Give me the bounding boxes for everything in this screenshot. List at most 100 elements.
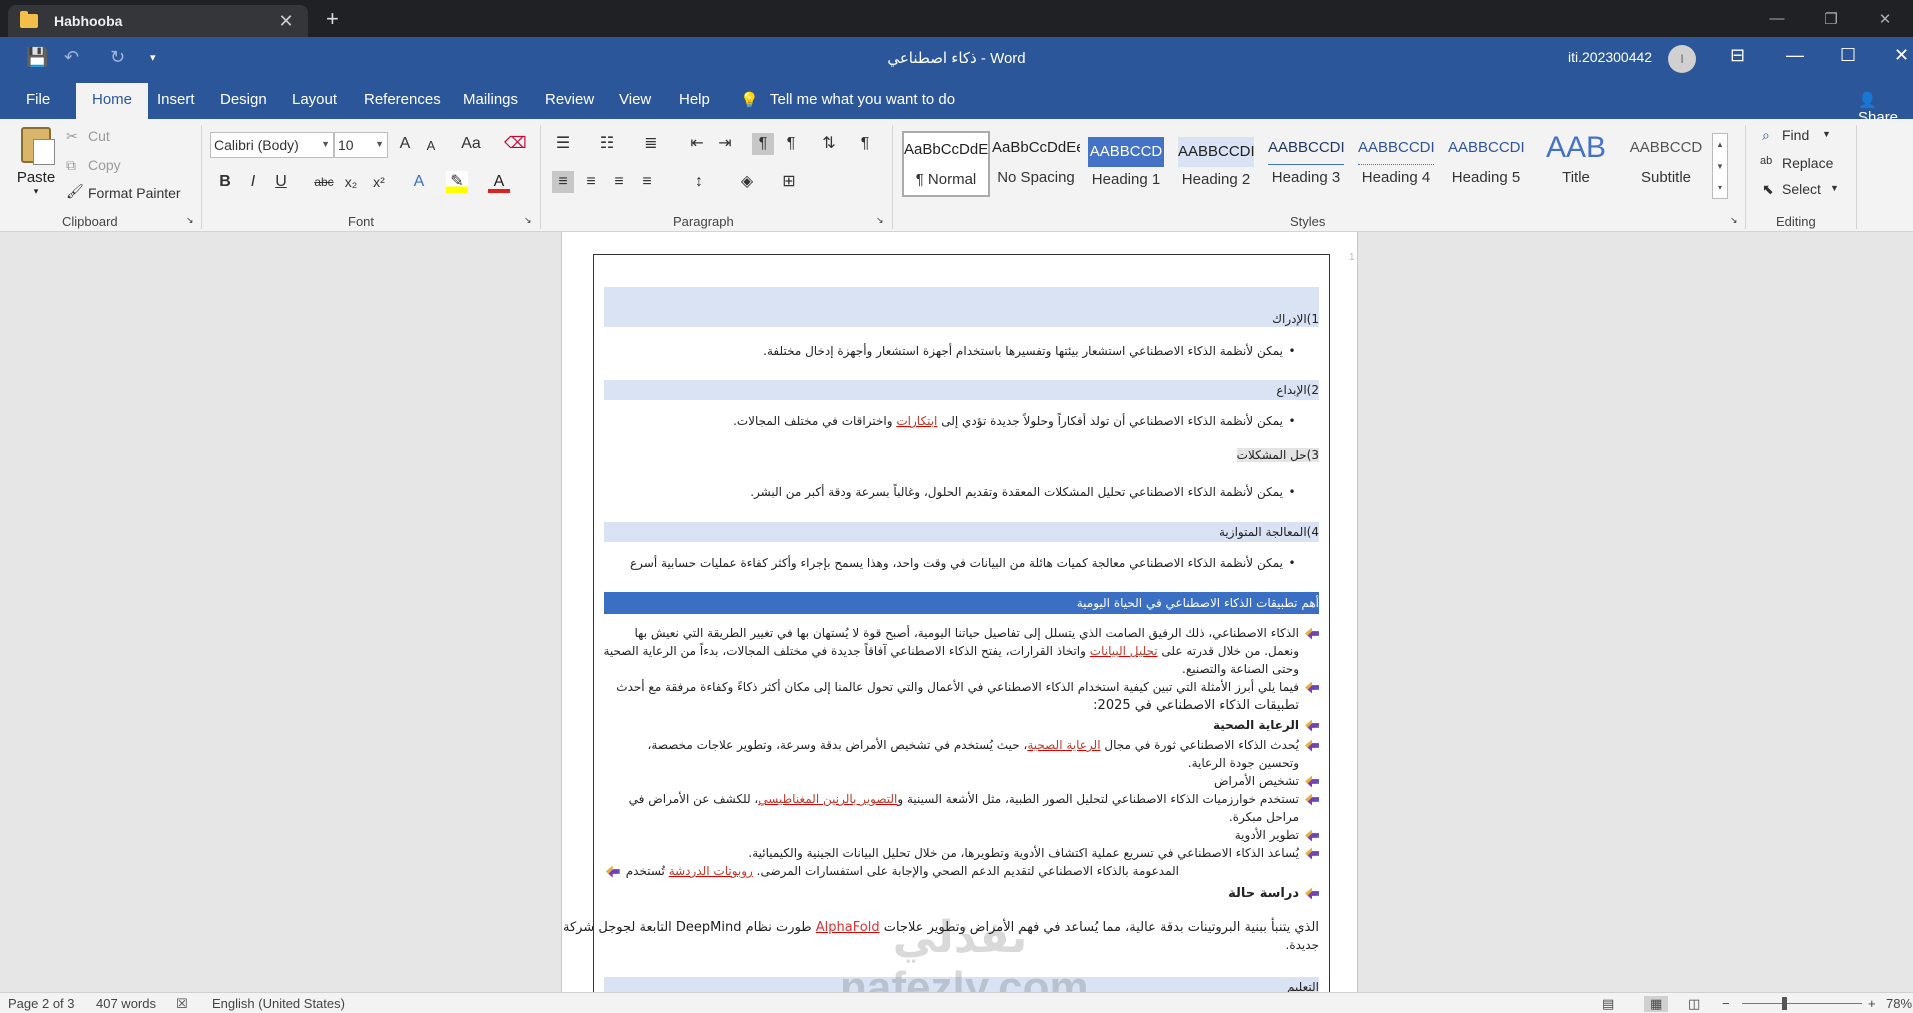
browser-tab[interactable]: Habhooba ✕ bbox=[8, 5, 308, 37]
tab-references[interactable]: References bbox=[364, 91, 441, 108]
zoom-slider-thumb[interactable] bbox=[1782, 997, 1787, 1010]
tab-file[interactable]: File bbox=[26, 91, 50, 108]
align-right-icon[interactable]: ≡ bbox=[608, 171, 630, 193]
replace-icon[interactable]: ab bbox=[1760, 155, 1772, 167]
zoom-level[interactable]: 78% bbox=[1886, 996, 1912, 1011]
font-color-icon[interactable]: A bbox=[488, 171, 510, 193]
font-name-combo[interactable]: Calibri (Body) ▼ bbox=[210, 132, 334, 158]
zoom-slider[interactable] bbox=[1742, 1003, 1862, 1004]
rtl-direction-icon[interactable]: ¶ bbox=[752, 133, 774, 155]
avatar[interactable]: I bbox=[1668, 45, 1696, 73]
new-tab-button[interactable]: + bbox=[326, 6, 339, 32]
borders-icon[interactable]: ⊞ bbox=[778, 171, 800, 193]
style-subtitle[interactable]: AABBCCD Subtitle bbox=[1622, 131, 1710, 197]
language-indicator[interactable]: English (United States) bbox=[212, 996, 345, 1011]
replace-button[interactable]: Replace bbox=[1782, 155, 1833, 171]
style-title[interactable]: AAB Title bbox=[1532, 131, 1620, 197]
print-layout-icon[interactable]: ▦ bbox=[1644, 996, 1669, 1012]
zoom-in-button[interactable]: + bbox=[1868, 996, 1876, 1011]
superscript-button[interactable]: x² bbox=[368, 171, 390, 193]
tab-design[interactable]: Design bbox=[220, 91, 267, 108]
tab-view[interactable]: View bbox=[619, 91, 651, 108]
show-formatting-icon[interactable]: ¶ bbox=[854, 133, 876, 155]
chevron-down-icon[interactable]: ▼ bbox=[1830, 183, 1839, 193]
paste-dropdown-icon[interactable]: ▾ bbox=[14, 186, 58, 197]
copy-icon[interactable]: ⧉ bbox=[66, 157, 76, 174]
chevron-up-icon[interactable]: ▲ bbox=[1713, 134, 1727, 156]
clipboard-launcher-icon[interactable]: ↘ bbox=[186, 215, 194, 226]
cut-button[interactable]: Cut bbox=[88, 128, 110, 144]
misspelled-word[interactable]: التصوير بالرنين المغناطيسي bbox=[758, 792, 897, 806]
minimize-button[interactable]: — bbox=[1786, 45, 1804, 66]
style-heading-3[interactable]: AABBCCDI Heading 3 bbox=[1262, 131, 1350, 197]
find-icon[interactable]: ⌕ bbox=[1762, 127, 1770, 144]
font-size-combo[interactable]: 10 ▼ bbox=[334, 132, 388, 158]
tell-me-search[interactable]: Tell me what you want to do bbox=[770, 91, 955, 108]
decrease-indent-icon[interactable]: ⇤ bbox=[686, 133, 708, 155]
format-painter-icon[interactable]: 🖌 bbox=[66, 183, 84, 200]
ltr-direction-icon[interactable]: ¶ bbox=[780, 133, 802, 155]
page-count[interactable]: Page 2 of 3 bbox=[8, 996, 75, 1011]
style-no-spacing[interactable]: AaBbCcDdEe No Spacing bbox=[992, 131, 1080, 197]
close-button[interactable]: ✕ bbox=[1894, 45, 1909, 66]
justify-icon[interactable]: ≡ bbox=[636, 171, 658, 193]
user-account[interactable]: iti.202300442 bbox=[1568, 49, 1652, 65]
web-layout-icon[interactable]: ◫ bbox=[1688, 996, 1700, 1012]
line-spacing-icon[interactable]: ↕ bbox=[688, 171, 710, 193]
copy-button[interactable]: Copy bbox=[88, 157, 121, 173]
align-center-icon[interactable]: ≡ bbox=[580, 171, 602, 193]
more-styles-icon[interactable]: ▾ bbox=[1713, 178, 1727, 198]
font-launcher-icon[interactable]: ↘ bbox=[524, 215, 532, 226]
find-button[interactable]: Find bbox=[1782, 127, 1809, 143]
paste-button[interactable]: Paste ▾ bbox=[14, 127, 58, 207]
style-normal[interactable]: AaBbCcDdEe ¶ Normal bbox=[902, 131, 990, 197]
maximize-button[interactable]: ☐ bbox=[1840, 45, 1856, 66]
select-icon[interactable]: ⬉ bbox=[1762, 181, 1774, 198]
highlight-icon[interactable]: ✎ bbox=[446, 171, 468, 193]
document-page[interactable]: 1 1)الإدراك • يمكن لأنظمة الذكاء الاصطناع… bbox=[561, 232, 1358, 992]
shrink-font-icon[interactable]: A bbox=[420, 135, 442, 157]
chevron-down-icon[interactable]: ▼ bbox=[1713, 156, 1727, 178]
paragraph-launcher-icon[interactable]: ↘ bbox=[876, 215, 884, 226]
tab-help[interactable]: Help bbox=[679, 91, 710, 108]
bold-button[interactable]: B bbox=[214, 171, 236, 193]
ribbon-display-icon[interactable]: ⊟ bbox=[1730, 45, 1745, 66]
change-case-icon[interactable]: Aa bbox=[456, 133, 486, 155]
tab-review[interactable]: Review bbox=[545, 91, 594, 108]
zoom-out-button[interactable]: − bbox=[1722, 996, 1730, 1011]
sort-icon[interactable]: ⇅ bbox=[818, 133, 840, 155]
underline-button[interactable]: U bbox=[270, 171, 292, 193]
style-heading-1[interactable]: AABBCCD Heading 1 bbox=[1082, 131, 1170, 197]
select-button[interactable]: Select bbox=[1782, 181, 1821, 197]
subscript-button[interactable]: x₂ bbox=[340, 171, 362, 193]
style-heading-5[interactable]: AABBCCDI Heading 5 bbox=[1442, 131, 1530, 197]
browser-restore-button[interactable]: ❐ bbox=[1804, 0, 1858, 37]
tab-mailings[interactable]: Mailings bbox=[463, 91, 518, 108]
styles-launcher-icon[interactable]: ↘ bbox=[1730, 215, 1738, 226]
increase-indent-icon[interactable]: ⇥ bbox=[714, 133, 736, 155]
misspelled-word[interactable]: تحليل البيانات bbox=[1090, 644, 1158, 658]
misspelled-word[interactable]: ابتكارات bbox=[896, 414, 937, 428]
misspelled-word[interactable]: روبوتات الدردشة bbox=[669, 864, 753, 878]
word-count[interactable]: 407 words bbox=[96, 996, 156, 1011]
proofing-icon[interactable]: ☒ bbox=[176, 996, 188, 1012]
strikethrough-button[interactable]: abc bbox=[310, 171, 338, 193]
multilevel-list-icon[interactable]: ≣ bbox=[640, 133, 662, 155]
italic-button[interactable]: I bbox=[242, 171, 264, 193]
browser-close-button[interactable]: ✕ bbox=[1858, 0, 1912, 37]
tab-insert[interactable]: Insert bbox=[157, 91, 195, 108]
browser-minimize-button[interactable]: — bbox=[1750, 0, 1804, 37]
style-heading-2[interactable]: AABBCCDI Heading 2 bbox=[1172, 131, 1260, 197]
text-effects-icon[interactable]: A bbox=[408, 171, 430, 193]
tab-layout[interactable]: Layout bbox=[292, 91, 337, 108]
tab-close-icon[interactable]: ✕ bbox=[276, 11, 296, 32]
cut-icon[interactable]: ✂ bbox=[66, 128, 78, 145]
styles-scroll[interactable]: ▲ ▼ ▾ bbox=[1712, 133, 1728, 199]
bullets-icon[interactable]: ☰ bbox=[552, 133, 574, 155]
clear-formatting-icon[interactable]: ⌫ bbox=[504, 133, 527, 155]
tab-home[interactable]: Home bbox=[76, 83, 149, 119]
align-left-icon[interactable]: ≡ bbox=[552, 171, 574, 193]
shading-icon[interactable]: ◈ bbox=[736, 171, 758, 193]
format-painter-button[interactable]: Format Painter bbox=[88, 185, 181, 201]
numbering-icon[interactable]: ☷ bbox=[596, 133, 618, 155]
